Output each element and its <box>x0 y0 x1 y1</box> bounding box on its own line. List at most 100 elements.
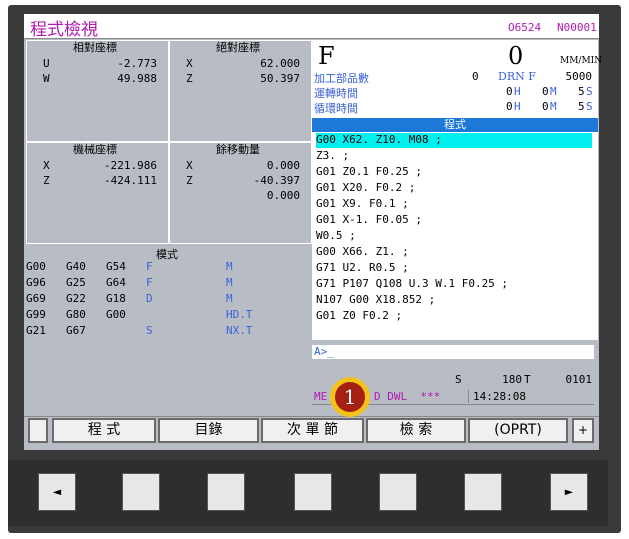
page-title: 程式檢視 <box>30 20 98 40</box>
blank-key-3[interactable] <box>294 473 332 511</box>
run-time-h: 0 <box>506 85 513 98</box>
remaining-axis-z: Z <box>186 174 193 187</box>
modal-code: G00 <box>26 260 46 273</box>
softkey-directory[interactable]: 目錄 <box>158 418 259 443</box>
machine-axis-z: Z <box>43 174 50 187</box>
absolute-coordinates-panel: 絕對座標 X 62.000 Z 50.397 <box>169 40 312 142</box>
modal-code: S <box>146 324 153 337</box>
remaining-axis-x: X <box>186 159 193 172</box>
parts-count-value: 0 <box>472 70 479 83</box>
modal-code: G40 <box>66 260 86 273</box>
callout-badge: 1 <box>330 377 370 417</box>
parts-count-label: 加工部品數 <box>314 72 369 85</box>
right-arrow-key[interactable]: ► <box>550 473 588 511</box>
modal-code: G69 <box>26 292 46 305</box>
modal-code: G22 <box>66 292 86 305</box>
blank-key-2[interactable] <box>207 473 245 511</box>
title-bar: 程式檢視 O6524 N00001 <box>24 14 599 40</box>
cycle-time-m-unit: M <box>550 100 557 113</box>
remaining-movement-panel: 餘移動量 X 0.000 Z -40.397 0.000 <box>169 142 312 244</box>
dry-run-value: 5000 <box>565 70 593 83</box>
clock: 14:28:08 <box>468 390 531 403</box>
modal-code: M <box>226 260 233 273</box>
remaining-value-z: -40.397 <box>253 174 300 187</box>
relative-axis-w: W <box>43 72 50 85</box>
spindle-label: S <box>455 373 462 386</box>
modal-code: G96 <box>26 276 46 289</box>
callout-number: 1 <box>335 382 365 412</box>
blank-key-1[interactable] <box>122 473 160 511</box>
machine-coordinates-panel: 機械座標 X -221.986 Z -424.111 <box>26 142 169 244</box>
cnc-screen: 程式檢視 O6524 N00001 相對座標 U -2.773 W 49.988… <box>24 14 603 450</box>
modal-code: NX.T <box>226 324 253 337</box>
softkey-next-block[interactable]: 次 單 節 <box>261 418 364 443</box>
modal-code: G54 <box>106 260 126 273</box>
cycle-time-s-unit: S <box>586 100 593 113</box>
machine-value-x: -221.986 <box>104 159 157 172</box>
modal-panel: 模式 G00 G40 G54 F M G96 G25 G64 F M G69 G… <box>26 244 312 344</box>
remaining-value-x: 0.000 <box>266 159 300 172</box>
program-listing[interactable]: G00 X62. Z10. M08 ; Z3. ; G01 Z0.1 F0.25… <box>312 132 598 340</box>
modal-code: G80 <box>66 308 86 321</box>
hardware-key-row: ◄ ► <box>8 460 608 526</box>
code-line[interactable]: G71 U2. R0.5 ; <box>316 261 409 274</box>
input-prompt: A>_ <box>314 345 334 358</box>
code-line[interactable]: G71 P107 Q108 U.3 W.1 F0.25 ; <box>316 277 508 290</box>
program-number: O6524 <box>508 21 542 34</box>
blank-key-5[interactable] <box>464 473 502 511</box>
modal-code: G99 <box>26 308 46 321</box>
code-line[interactable]: G01 X-1. F0.05 ; <box>316 213 422 226</box>
cycle-time-s: 5 <box>578 100 585 113</box>
relative-title: 相對座標 <box>73 41 117 54</box>
run-time-label: 運轉時間 <box>314 87 358 100</box>
cycle-time-label: 循環時間 <box>314 102 358 115</box>
remaining-title: 餘移動量 <box>216 143 260 156</box>
machine-axis-x: X <box>43 159 50 172</box>
code-line[interactable]: G01 Z0.1 F0.25 ; <box>316 165 422 178</box>
mode-text-right: D DWL *** <box>374 390 441 403</box>
softkey-plus[interactable]: + <box>572 418 594 443</box>
code-line[interactable]: Z3. ; <box>316 149 349 162</box>
sequence-number: N00001 <box>557 21 597 34</box>
run-time-s-unit: S <box>586 85 593 98</box>
code-line[interactable]: G00 X66. Z1. ; <box>316 245 409 258</box>
softkey-program[interactable]: 程 式 <box>52 418 156 443</box>
relative-axis-u: U <box>43 57 50 70</box>
relative-coordinates-panel: 相對座標 U -2.773 W 49.988 <box>26 40 169 142</box>
cycle-time-h-unit: H <box>514 100 521 113</box>
modal-code: G25 <box>66 276 86 289</box>
feed-unit: MM/MIN <box>560 56 603 66</box>
modal-code: G18 <box>106 292 126 305</box>
softkey-operation[interactable]: (OPRT) <box>468 418 568 443</box>
absolute-axis-x: X <box>186 57 193 70</box>
softkey-search[interactable]: 檢 索 <box>366 418 466 443</box>
cycle-time-m: 0 <box>542 100 549 113</box>
absolute-axis-z: Z <box>186 72 193 85</box>
feed-letter: F <box>318 42 335 70</box>
relative-value-u: -2.773 <box>117 57 157 70</box>
left-arrow-key[interactable]: ◄ <box>38 473 76 511</box>
modal-code: G21 <box>26 324 46 337</box>
feed-value: 0 <box>508 42 524 70</box>
tool-label: T <box>524 373 531 386</box>
softkey-return[interactable] <box>28 418 48 443</box>
machine-value-z: -424.111 <box>104 174 157 187</box>
softkey-row: 程 式 目錄 次 單 節 檢 索 (OPRT) + <box>24 416 599 445</box>
absolute-value-z: 50.397 <box>260 72 300 85</box>
program-section-header: 程式 <box>312 118 598 132</box>
modal-code: HD.T <box>226 308 253 321</box>
machine-title: 機械座標 <box>73 143 117 156</box>
run-time-m-unit: M <box>550 85 557 98</box>
blank-key-4[interactable] <box>379 473 417 511</box>
code-line[interactable]: W0.5 ; <box>316 229 356 242</box>
code-line[interactable]: N107 G00 X18.852 ; <box>316 293 435 306</box>
tool-value: 0101 <box>565 373 593 386</box>
code-line[interactable]: G01 X9. F0.1 ; <box>316 197 409 210</box>
input-buffer[interactable]: A>_ <box>312 345 594 359</box>
code-line-current[interactable]: G00 X62. Z10. M08 ; <box>316 133 592 148</box>
modal-code: F <box>146 276 153 289</box>
code-line[interactable]: G01 Z0 F0.2 ; <box>316 309 402 322</box>
code-line[interactable]: G01 X20. F0.2 ; <box>316 181 415 194</box>
modal-code: M <box>226 292 233 305</box>
spindle-value: 180 <box>502 373 522 386</box>
